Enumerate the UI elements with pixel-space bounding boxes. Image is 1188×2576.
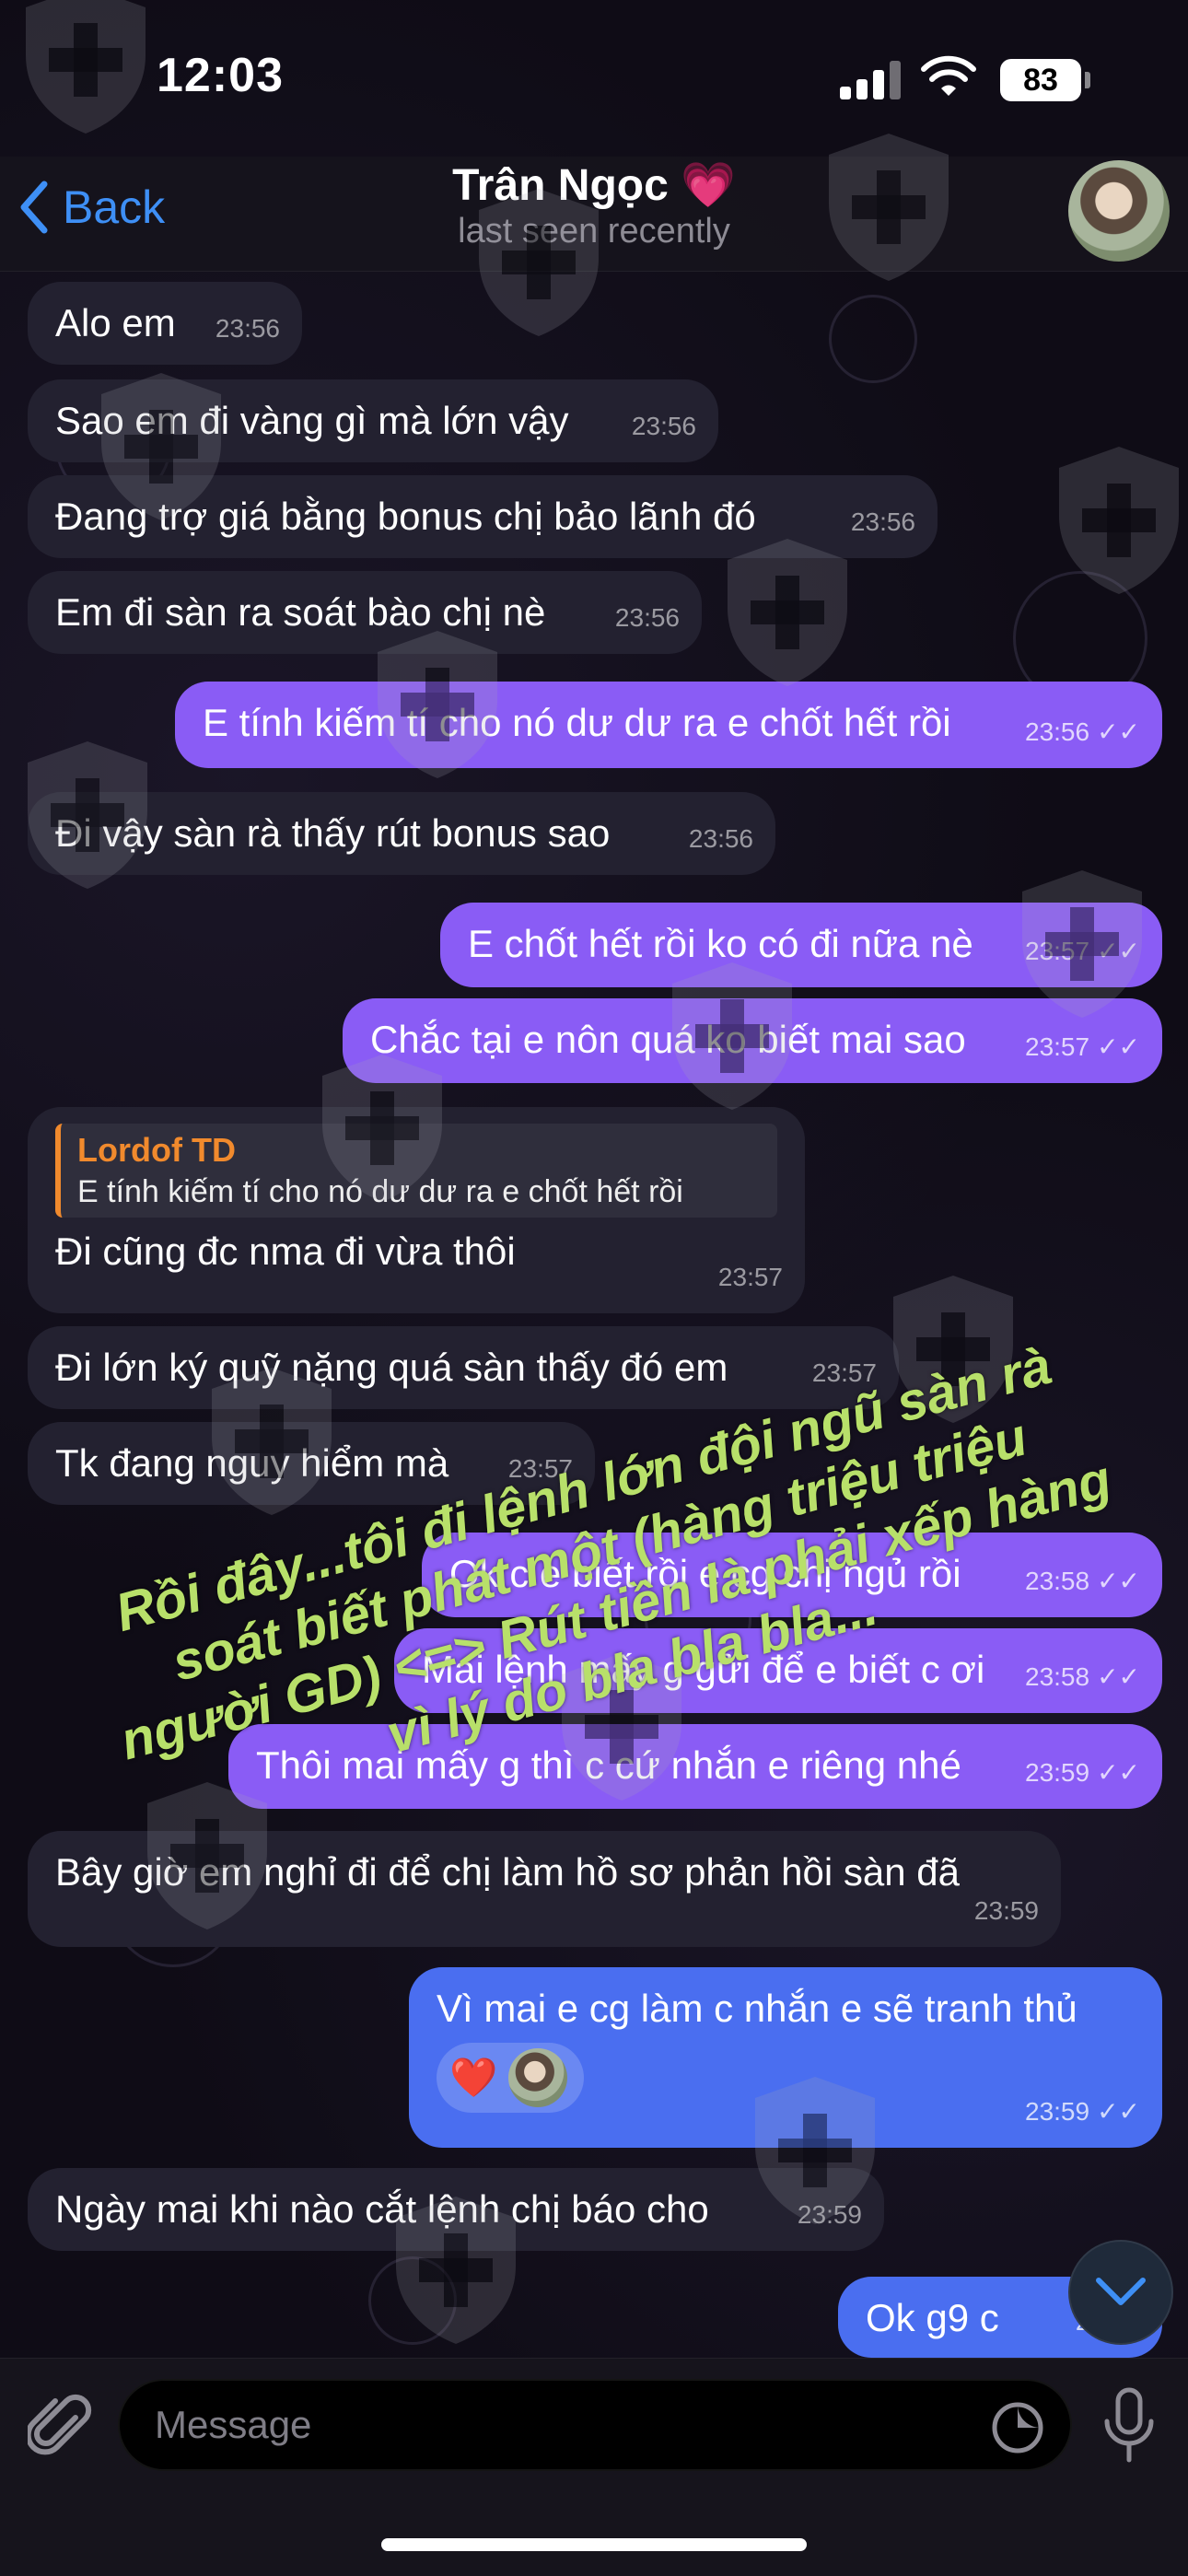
double-check-icon: ✓✓ [1097, 1032, 1140, 1061]
status-bar: 12:03 83 [0, 0, 1188, 157]
message-meta: 23:57✓✓ [1025, 1022, 1140, 1072]
wifi-icon [921, 55, 976, 96]
shield-watermark-icon [672, 962, 792, 1110]
reactor-avatar [508, 2048, 568, 2107]
message-time: 23:59 [1025, 2097, 1090, 2126]
battery-icon: 83 [1000, 59, 1081, 101]
heart-emoji: 💗 [681, 161, 736, 210]
scroll-to-bottom-button[interactable] [1068, 2240, 1173, 2345]
reaction-chip[interactable]: ❤️ [437, 2043, 585, 2113]
shield-watermark-icon [322, 1055, 442, 1202]
shield-watermark-icon [728, 539, 847, 686]
shield-watermark-icon [212, 1368, 332, 1515]
shield-watermark-icon [1022, 870, 1142, 1018]
shield-watermark-icon [378, 631, 497, 778]
sticker-icon[interactable] [991, 2401, 1044, 2454]
message-text: Đi cũng đc nma đi vừa thôi [55, 1230, 516, 1273]
message-text: Alo em [55, 301, 176, 344]
double-check-icon: ✓✓ [1097, 1662, 1140, 1691]
message-text: Đi lớn ký quỹ nặng quá sàn thấy đó em [55, 1346, 728, 1389]
message-time: 23:56 [631, 412, 696, 440]
message-text: Vì mai e cg làm c nhắn e sẽ tranh thủ [437, 1987, 1077, 2030]
shield-watermark-icon [479, 189, 599, 336]
message-time: 23:59 [1025, 1758, 1090, 1787]
shield-watermark-icon [1059, 447, 1179, 594]
message-time: 23:56 [1025, 717, 1090, 746]
message-time: 23:56 [614, 603, 680, 632]
double-check-icon: ✓✓ [1097, 717, 1140, 746]
message-bubble-incoming[interactable]: Alo em 23:56 [28, 282, 302, 365]
message-time: 23:56 [850, 507, 915, 536]
double-check-icon: ✓✓ [1097, 1758, 1140, 1787]
avatar[interactable] [1068, 160, 1170, 262]
message-time: 23:57 [717, 1263, 783, 1291]
status-time: 12:03 [157, 49, 284, 102]
paperclip-icon[interactable] [28, 2390, 92, 2464]
heart-reaction-icon: ❤️ [449, 2056, 498, 2099]
signal-icon [840, 61, 901, 99]
microphone-icon[interactable] [1101, 2386, 1157, 2465]
home-indicator [381, 2538, 807, 2551]
message-time: 23:57 [1025, 1032, 1090, 1061]
message-text: Ngày mai khi nào cắt lệnh chị báo cho [55, 2187, 709, 2231]
battery-tip [1085, 72, 1090, 88]
shield-watermark-icon [829, 134, 949, 281]
shield-watermark-icon [26, 0, 146, 134]
double-check-icon: ✓✓ [1097, 2097, 1140, 2126]
chevron-down-icon [1096, 2278, 1146, 2305]
message-meta: 23:59 ✓✓ [1025, 2087, 1140, 2137]
message-bubble-incoming[interactable]: Đi lớn ký quỹ nặng quá sàn thấy đó em 23… [28, 1326, 899, 1409]
shield-watermark-icon [396, 2197, 516, 2344]
message-time: 23:56 [688, 824, 753, 853]
message-bubble-outgoing[interactable]: E tính kiếm tí cho nó dư dư ra e chốt hế… [175, 682, 1162, 768]
shield-watermark-icon [101, 373, 221, 520]
shield-watermark-icon [28, 741, 147, 889]
message-text: E tính kiếm tí cho nó dư dư ra e chốt hế… [203, 701, 951, 744]
message-text: Ok g9 c [866, 2296, 999, 2339]
message-time: 23:58 [1025, 1662, 1090, 1691]
message-time: 23:59 [973, 1896, 1039, 1925]
shield-watermark-icon [755, 2077, 875, 2224]
message-meta: 23:58 ✓✓ [1025, 1652, 1140, 1702]
message-bubble-incoming[interactable]: Em đi sàn ra soát bào chị nè 23:56 [28, 571, 702, 654]
message-meta: 23:59 ✓✓ [1025, 1748, 1140, 1798]
message-input[interactable] [118, 2379, 1072, 2471]
message-meta: 23:56 ✓✓ [1025, 707, 1140, 757]
message-time: 23:56 [215, 314, 280, 343]
